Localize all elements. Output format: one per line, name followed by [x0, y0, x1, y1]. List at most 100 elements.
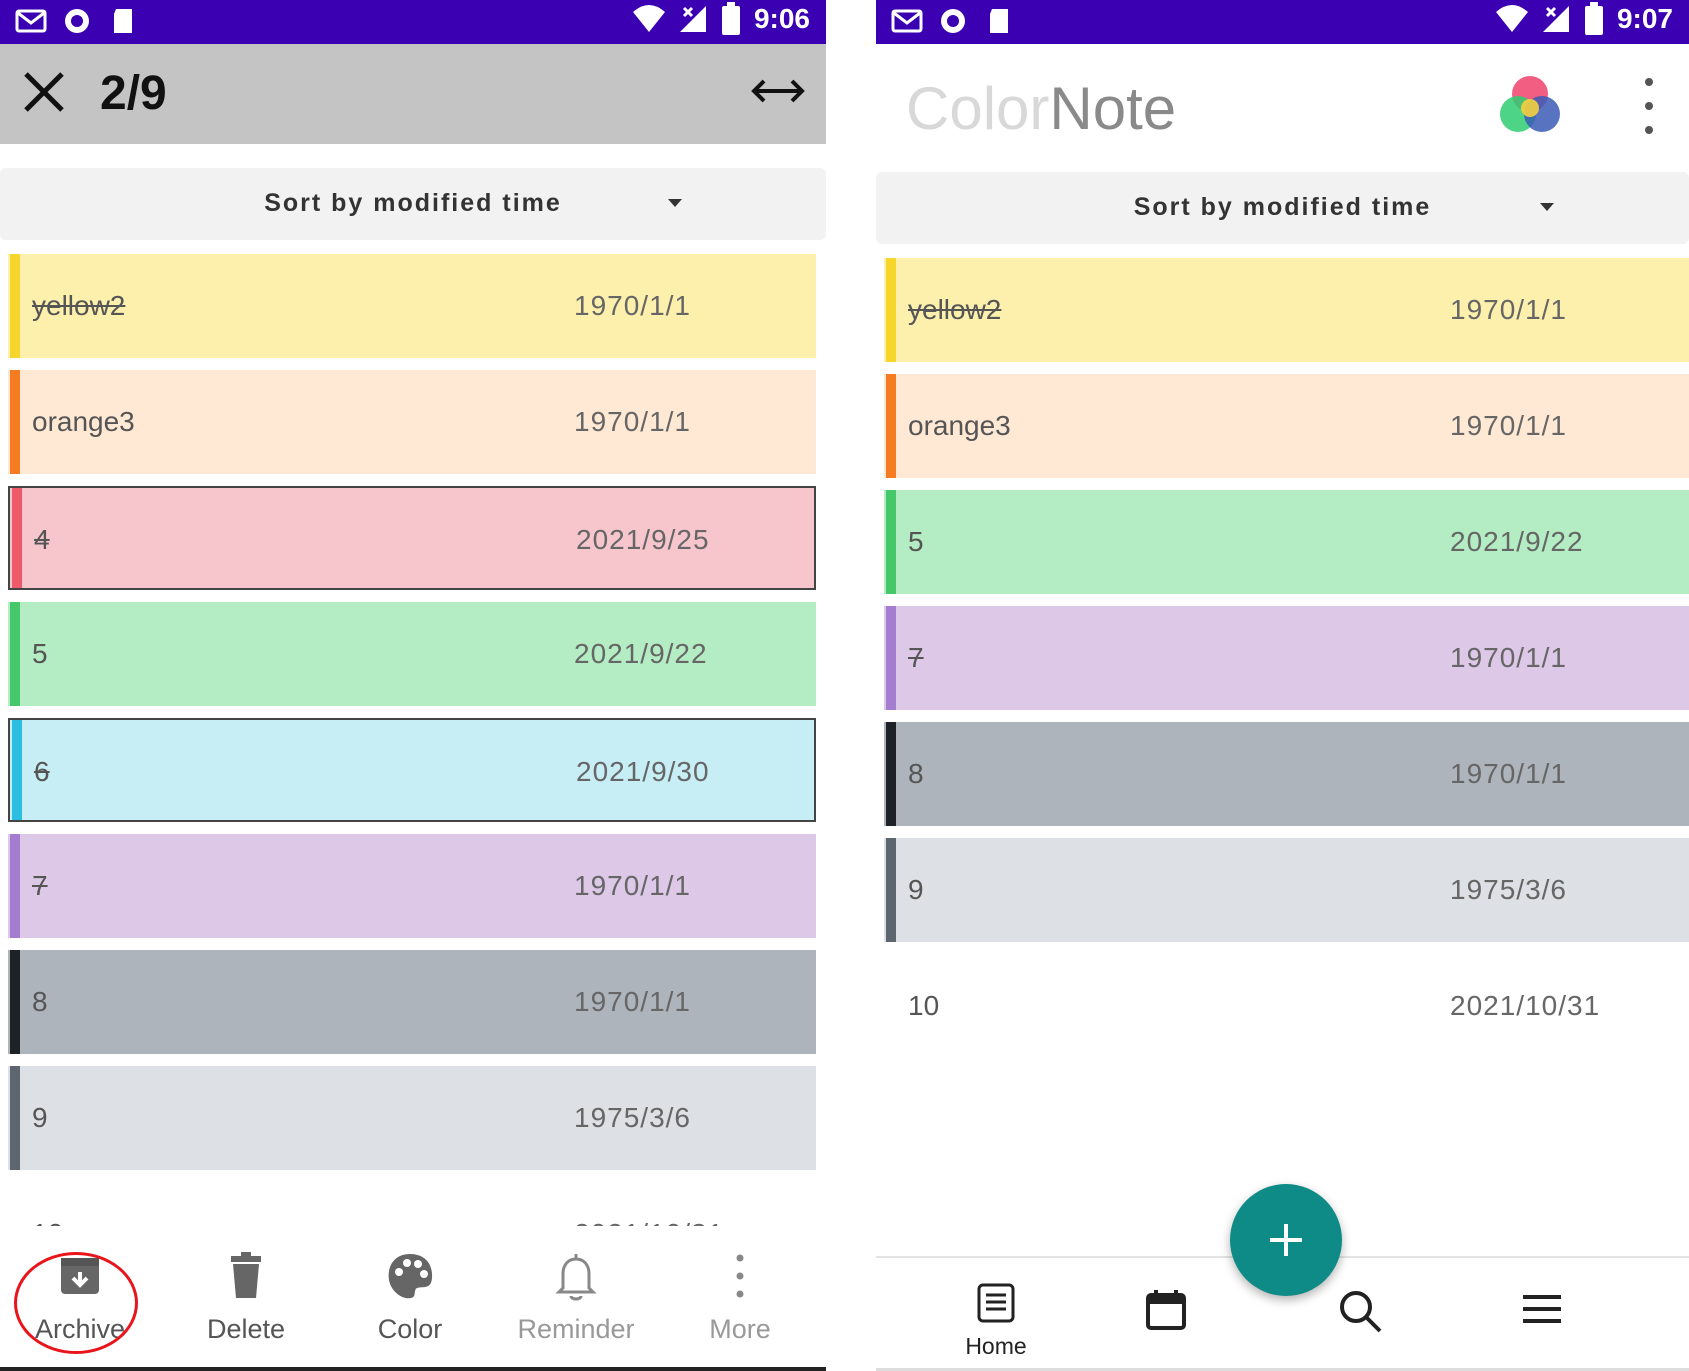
gmail-icon	[891, 9, 923, 33]
status-bar: 9:07	[876, 0, 1689, 44]
note-title: orange3	[908, 410, 1011, 441]
note-title: 4	[34, 524, 50, 555]
note-title: 9	[32, 1102, 48, 1133]
note-title: yellow2	[908, 294, 1002, 325]
delete-label: Delete	[206, 1314, 286, 1344]
trash-icon	[231, 1252, 261, 1298]
note-item[interactable]: orange3 1970/1/1	[8, 370, 816, 474]
note-title: yellow2	[32, 290, 126, 321]
app-title-part1: Color	[906, 75, 1050, 142]
note-color-strip	[886, 490, 896, 594]
note-title: 8	[908, 758, 924, 789]
selection-count: 2/9	[100, 67, 167, 120]
reminder-label: Reminder	[517, 1314, 635, 1344]
note-item[interactable]: orange3 1970/1/1	[884, 374, 1689, 478]
note-title: 9	[908, 874, 924, 905]
wifi-icon	[1495, 5, 1528, 32]
wifi-icon	[632, 5, 665, 32]
add-note-button[interactable]	[1230, 1184, 1342, 1296]
nav-search[interactable]	[1320, 1288, 1400, 1368]
record-icon	[65, 9, 89, 33]
expand-horizontal-icon[interactable]	[750, 74, 806, 108]
palette-icon	[388, 1254, 433, 1299]
nav-menu[interactable]	[1502, 1292, 1582, 1371]
app-title-bar: ColorNote	[876, 44, 1689, 164]
note-color-strip	[886, 838, 896, 942]
note-date: 2021/9/22	[1450, 526, 1584, 557]
sort-dropdown[interactable]: Sort by modified time	[876, 172, 1689, 244]
note-item[interactable]: 10 2021/10/31	[884, 954, 1689, 1058]
battery-icon	[721, 2, 740, 35]
note-item[interactable]: 5 2021/9/22	[8, 602, 816, 706]
note-title: 5	[908, 526, 924, 557]
note-date: 1970/1/1	[1450, 642, 1567, 673]
note-color-strip	[886, 374, 896, 478]
status-time: 9:07	[1616, 3, 1673, 34]
sort-dropdown[interactable]: Sort by modified time	[0, 168, 826, 240]
note-item[interactable]: 9 1975/3/6	[884, 838, 1689, 942]
note-color-strip	[886, 258, 896, 362]
note-color-strip	[886, 606, 896, 710]
search-icon	[1340, 1291, 1382, 1333]
note-date: 1970/1/1	[574, 406, 691, 437]
more-button[interactable]: More	[680, 1250, 800, 1345]
sort-label: Sort by modified time	[1133, 193, 1432, 221]
color-label: Color	[377, 1314, 443, 1344]
nav-calendar[interactable]	[1126, 1288, 1206, 1368]
note-item[interactable]: 7 1970/1/1	[8, 834, 816, 938]
note-color-strip	[886, 954, 896, 1058]
status-time: 9:06	[753, 3, 810, 34]
overflow-menu-icon[interactable]	[1639, 74, 1659, 138]
note-date: 1970/1/1	[574, 290, 691, 321]
note-title: 7	[908, 642, 924, 673]
note-date: 1970/1/1	[1450, 410, 1567, 441]
note-item[interactable]: 7 1970/1/1	[884, 606, 1689, 710]
color-button[interactable]: Color	[350, 1250, 470, 1345]
note-date: 1975/3/6	[574, 1102, 691, 1133]
hamburger-menu-icon	[1523, 1295, 1561, 1323]
more-label: More	[709, 1314, 771, 1344]
note-color-strip	[12, 720, 22, 820]
note-item[interactable]: 8 1970/1/1	[8, 950, 816, 1054]
note-item[interactable]: 5 2021/9/22	[884, 490, 1689, 594]
note-color-strip	[10, 602, 20, 706]
right-screen: 9:07 ColorNote Sort by modified time yel…	[876, 0, 1689, 1371]
note-color-strip	[10, 1066, 20, 1170]
note-date: 1975/3/6	[1450, 874, 1567, 905]
delete-button[interactable]: Delete	[186, 1250, 306, 1345]
note-date: 1970/1/1	[1450, 758, 1567, 789]
left-screen: 9:06 2/9 Sort by modified time yellow2 19…	[0, 0, 826, 1371]
note-color-strip	[10, 370, 20, 474]
note-item[interactable]: 9 1975/3/6	[8, 1066, 816, 1170]
note-color-strip	[10, 834, 20, 938]
note-item[interactable]: yellow2 1970/1/1	[8, 254, 816, 358]
note-date: 1970/1/1	[574, 870, 691, 901]
signal-icon	[1542, 6, 1569, 32]
close-icon[interactable]	[20, 68, 68, 116]
note-title: 6	[34, 756, 50, 787]
note-title: 8	[32, 986, 48, 1017]
battery-icon	[1584, 2, 1603, 35]
reminder-button[interactable]: Reminder	[516, 1250, 636, 1345]
note-item[interactable]: 6 2021/9/30	[8, 718, 816, 822]
note-title: 7	[32, 870, 48, 901]
highlight-circle-annotation	[14, 1252, 138, 1354]
note-date: 2021/9/30	[576, 756, 710, 787]
note-title: 10	[908, 990, 940, 1021]
note-item[interactable]: 4 2021/9/25	[8, 486, 816, 590]
note-item[interactable]: 8 1970/1/1	[884, 722, 1689, 826]
nav-home[interactable]: Home	[956, 1282, 1036, 1362]
sort-label: Sort by modified time	[264, 189, 562, 217]
notes-icon	[977, 1283, 1015, 1323]
calendar-icon	[1146, 1290, 1186, 1330]
colornote-logo-icon[interactable]	[1494, 70, 1566, 142]
note-date: 2021/9/22	[574, 638, 708, 669]
note-color-strip	[12, 488, 22, 588]
note-date: 1970/1/1	[574, 986, 691, 1017]
caret-down-icon	[668, 199, 682, 207]
selection-action-bar: 2/9	[0, 44, 826, 144]
note-item[interactable]: yellow2 1970/1/1	[884, 258, 1689, 362]
sd-card-icon	[114, 9, 132, 33]
signal-icon	[679, 6, 706, 32]
note-title: 5	[32, 638, 48, 669]
